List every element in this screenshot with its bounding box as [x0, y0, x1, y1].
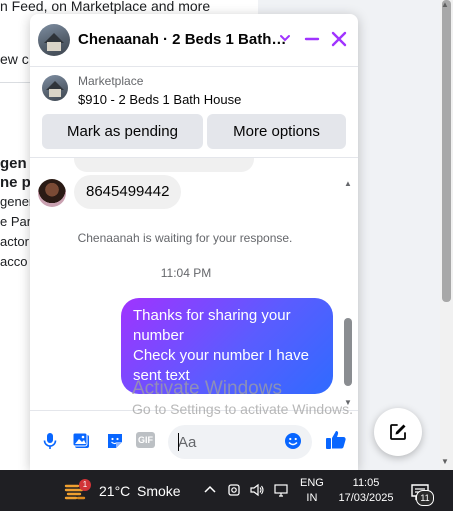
watermark-title: Activate Windows	[132, 378, 282, 399]
language-bottom: IN	[306, 492, 318, 504]
photo-icon[interactable]	[72, 431, 92, 451]
close-icon[interactable]	[328, 28, 350, 50]
avatar[interactable]	[38, 179, 66, 207]
language-top: ENG	[300, 477, 324, 489]
camera-icon[interactable]	[226, 482, 242, 498]
house-wall	[47, 42, 61, 51]
background-text: ew c	[0, 51, 29, 67]
like-icon[interactable]	[324, 428, 348, 452]
message-scrollbar-thumb[interactable]	[344, 318, 352, 386]
listing-avatar[interactable]	[38, 24, 70, 56]
speaker-icon[interactable]	[249, 482, 265, 498]
microphone-icon[interactable]	[40, 431, 60, 451]
marketplace-listing: Marketplace $910 - 2 Beds 1 Bath House M…	[30, 67, 358, 158]
listing-kind: Marketplace	[78, 74, 144, 88]
chevron-up-icon[interactable]	[202, 482, 218, 498]
gif-icon[interactable]: GIF	[136, 432, 155, 448]
minimize-icon[interactable]	[301, 28, 323, 50]
clock-time: 11:05	[352, 477, 380, 489]
house-wall	[49, 89, 61, 97]
mark-as-pending-button[interactable]: Mark as pending	[42, 114, 203, 149]
background-heading: gen	[0, 155, 27, 172]
outgoing-message-line: Check your number I have	[133, 347, 309, 364]
background-text: actor	[0, 234, 29, 249]
new-message-button[interactable]	[374, 408, 422, 456]
emoji-icon[interactable]	[284, 432, 304, 452]
incoming-message[interactable]: 8645499442	[74, 175, 182, 209]
chat-title[interactable]: Chenaanah · 2 Beds 1 Bath…	[78, 31, 286, 48]
page-scrollbar-thumb[interactable]	[442, 0, 451, 302]
weather-temperature[interactable]: 21°C	[99, 483, 130, 499]
message-list[interactable]: 8645499442 Chenaanah is waiting for your…	[30, 158, 358, 410]
scroll-up-arrow-icon[interactable]: ▲	[344, 179, 352, 188]
message-composer: GIF	[30, 410, 358, 470]
outgoing-message-line: number	[133, 327, 184, 344]
listing-thumbnail[interactable]	[42, 75, 68, 101]
listing-title[interactable]: $910 - 2 Beds 1 Bath House	[78, 92, 241, 107]
background-text: gener	[0, 194, 34, 209]
notification-count-badge: 11	[416, 490, 434, 506]
taskbar-clock[interactable]: 11:05 17/03/2025	[336, 476, 396, 506]
background-text: n Feed, on Marketplace and more	[0, 0, 211, 14]
message-timestamp: 11:04 PM	[160, 266, 212, 280]
outgoing-message-line: Thanks for sharing your	[133, 307, 291, 324]
scroll-up-arrow-icon[interactable]: ▲	[441, 0, 449, 9]
sticker-icon[interactable]	[105, 431, 125, 451]
taskbar: 1 21°C Smoke ENG IN 11:05 17/03/2025 11	[0, 470, 453, 511]
chat-header[interactable]: Chenaanah · 2 Beds 1 Bath…	[30, 14, 358, 67]
scroll-down-arrow-icon[interactable]: ▼	[441, 457, 449, 466]
background-text: acco	[0, 254, 28, 269]
previous-message-bubble	[74, 158, 254, 172]
clock-date: 17/03/2025	[338, 492, 394, 504]
watermark-subtitle: Go to Settings to activate Windows.	[132, 401, 353, 417]
activate-windows-watermark: Activate Windows Go to Settings to activ…	[132, 378, 353, 418]
network-icon[interactable]	[273, 482, 289, 498]
weather-condition[interactable]: Smoke	[137, 483, 181, 499]
text-caret	[178, 433, 179, 451]
chevron-down-icon[interactable]	[274, 28, 296, 50]
system-note: Chenaanah is waiting for your response.	[77, 231, 293, 245]
more-options-button[interactable]: More options	[207, 114, 346, 149]
language-indicator[interactable]: ENG IN	[300, 476, 324, 506]
divider	[0, 82, 30, 83]
compose-icon	[388, 422, 408, 447]
background-text: e Par	[0, 214, 32, 229]
weather-alert-badge: 1	[79, 479, 91, 491]
